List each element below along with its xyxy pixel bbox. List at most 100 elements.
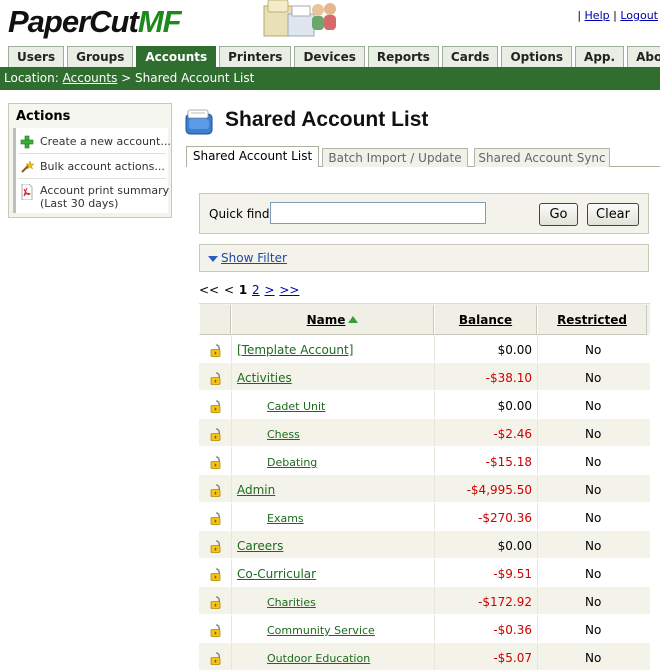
breadcrumb-accounts-link[interactable]: Accounts xyxy=(63,71,118,85)
actions-panel: Actions Create a new account... Bulk acc… xyxy=(8,103,172,218)
printer-users-logo-icon xyxy=(263,0,336,37)
nav-tab-reports[interactable]: Reports xyxy=(367,46,439,68)
column-divider xyxy=(434,447,435,474)
last-page-link[interactable]: >> xyxy=(279,283,299,297)
clear-button[interactable]: Clear xyxy=(587,203,639,226)
logout-link[interactable]: Logout xyxy=(620,9,658,22)
account-name-link[interactable]: Exams xyxy=(267,512,304,525)
nav-tab-devices[interactable]: Devices xyxy=(294,46,365,68)
column-divider xyxy=(434,559,435,586)
column-divider xyxy=(537,559,538,586)
column-divider xyxy=(537,503,538,530)
account-name-link[interactable]: Careers xyxy=(237,539,283,553)
table-row: Chess -$2.46 No xyxy=(199,419,650,447)
account-restricted: No xyxy=(585,567,602,581)
account-name-link[interactable]: Cadet Unit xyxy=(267,400,325,413)
account-name-link[interactable]: Chess xyxy=(267,428,300,441)
column-divider xyxy=(537,419,538,446)
account-name-link[interactable]: Debating xyxy=(267,456,317,469)
header-restricted[interactable]: Restricted xyxy=(537,305,647,335)
column-divider xyxy=(231,475,232,502)
column-divider xyxy=(231,615,232,642)
location-prefix: Location: xyxy=(4,71,59,85)
prev-page-link[interactable]: < xyxy=(224,283,234,297)
nav-tab-options[interactable]: Options xyxy=(501,46,573,68)
column-divider xyxy=(231,419,232,446)
padlock-icon xyxy=(209,483,223,497)
quick-find-input[interactable] xyxy=(270,202,486,224)
breadcrumb-current: Shared Account List xyxy=(135,71,255,85)
account-name-link[interactable]: Outdoor Education xyxy=(267,652,370,665)
account-balance: $0.00 xyxy=(497,539,532,553)
sort-by-restricted-link[interactable]: Restricted xyxy=(557,313,627,327)
account-name-link[interactable]: Community Service xyxy=(267,624,375,637)
padlock-icon xyxy=(209,511,223,525)
sort-by-name-link[interactable]: Name xyxy=(307,313,346,327)
nav-tab-printers[interactable]: Printers xyxy=(219,46,292,68)
table-row: Debating -$15.18 No xyxy=(199,447,650,475)
account-name-link[interactable]: Activities xyxy=(237,371,292,385)
nav-tab-app-log[interactable]: App. Log xyxy=(575,46,625,85)
account-name-link[interactable]: Co-Curricular xyxy=(237,567,316,581)
column-divider xyxy=(537,391,538,418)
account-balance: -$9.51 xyxy=(493,567,532,581)
account-restricted: No xyxy=(585,427,602,441)
account-balance: $0.00 xyxy=(497,399,532,413)
account-name-link[interactable]: Charities xyxy=(267,596,316,609)
padlock-icon xyxy=(209,399,223,413)
table-header: Name Balance Restricted xyxy=(199,303,650,335)
column-divider xyxy=(434,391,435,418)
tab-shared-account-list[interactable]: Shared Account List xyxy=(186,146,319,167)
go-button[interactable]: Go xyxy=(539,203,578,226)
nav-tab-accounts[interactable]: Accounts xyxy=(136,46,217,68)
first-page-link[interactable]: << xyxy=(199,283,219,297)
shared-accounts-table: Name Balance Restricted [Template Accoun… xyxy=(199,303,650,671)
header-name[interactable]: Name xyxy=(231,305,434,335)
column-divider xyxy=(231,559,232,586)
column-divider xyxy=(537,335,538,362)
account-restricted: No xyxy=(585,399,602,413)
padlock-icon xyxy=(209,651,223,665)
actions-title: Actions xyxy=(9,104,171,128)
next-page-link[interactable]: > xyxy=(264,283,274,297)
nav-tab-users[interactable]: Users xyxy=(8,46,65,68)
account-restricted: No xyxy=(585,539,602,553)
account-restricted: No xyxy=(585,455,602,469)
nav-tab-about[interactable]: About xyxy=(627,46,660,68)
tab-shared-account-sync[interactable]: Shared Account Sync xyxy=(474,148,610,167)
tab-batch-import-update[interactable]: Batch Import / Update xyxy=(322,148,468,167)
padlock-icon xyxy=(209,371,223,385)
account-name-link[interactable]: Admin xyxy=(237,483,275,497)
column-divider xyxy=(537,587,538,614)
account-balance: -$172.92 xyxy=(478,595,532,609)
link-separator: | xyxy=(577,9,582,22)
logo-text: PaperCutMF xyxy=(8,4,182,39)
divider xyxy=(18,153,166,154)
account-balance: -$5.07 xyxy=(493,651,532,665)
column-divider xyxy=(434,335,435,362)
account-name-link[interactable]: [Template Account] xyxy=(237,343,353,357)
show-filter-link[interactable]: Show Filter xyxy=(221,251,287,265)
account-restricted: No xyxy=(585,483,602,497)
padlock-icon xyxy=(209,539,223,553)
column-divider xyxy=(434,363,435,390)
shared-accounts-icon xyxy=(185,109,213,135)
header-balance[interactable]: Balance xyxy=(434,305,537,335)
column-divider xyxy=(434,503,435,530)
column-divider xyxy=(537,643,538,670)
table-row: Outdoor Education -$5.07 No xyxy=(199,643,650,671)
help-link[interactable]: Help xyxy=(585,9,610,22)
table-row: [Template Account] $0.00 No xyxy=(199,335,650,363)
account-balance: -$4,995.50 xyxy=(466,483,532,497)
column-divider xyxy=(537,363,538,390)
nav-tab-groups[interactable]: Groups xyxy=(67,46,134,68)
table-row: Cadet Unit $0.00 No xyxy=(199,391,650,419)
table-row: Co-Curricular -$9.51 No xyxy=(199,559,650,587)
account-restricted: No xyxy=(585,595,602,609)
nav-tab-cards[interactable]: Cards xyxy=(441,46,499,68)
expand-triangle-icon[interactable] xyxy=(208,256,218,262)
filter-panel: Show Filter xyxy=(199,244,649,272)
sort-by-balance-link[interactable]: Balance xyxy=(459,313,512,327)
page-2-link[interactable]: 2 xyxy=(252,283,260,297)
breadcrumb-separator: > xyxy=(121,71,132,85)
